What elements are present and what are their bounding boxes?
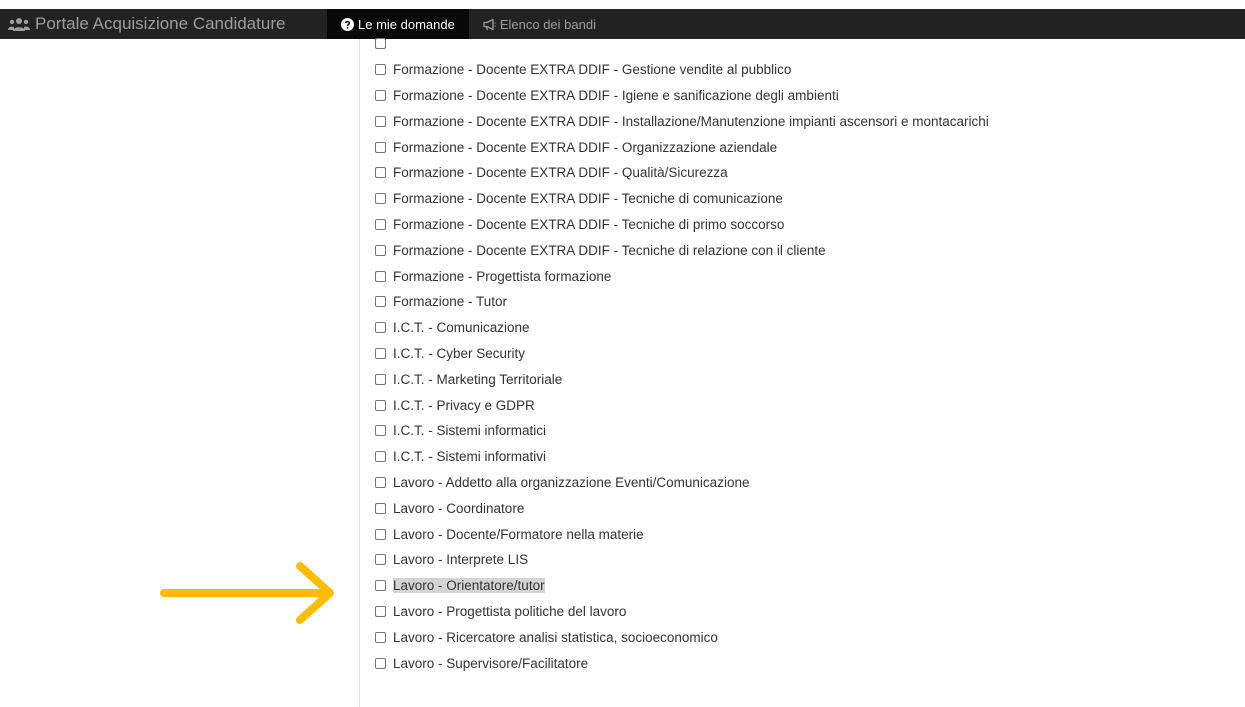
list-item: Lavoro - Progettista politiche del lavor… <box>375 599 989 625</box>
checkbox-label[interactable]: Formazione - Docente EXTRA DDIF - Igiene… <box>393 88 839 103</box>
checkbox-label[interactable]: I.C.T. - Cyber Security <box>393 346 525 361</box>
list-item: Formazione - Docente EXTRA DDIF - Gestio… <box>375 57 989 83</box>
list-item: Lavoro - Supervisore/Facilitatore <box>375 650 989 676</box>
list-item: I.C.T. - Sistemi informatici <box>375 418 989 444</box>
list-item: Lavoro - Orientatore/tutor <box>375 573 989 599</box>
arrow-right-icon <box>160 562 334 624</box>
content-divider <box>359 39 360 707</box>
checkbox[interactable] <box>375 631 386 643</box>
checkbox-label[interactable]: I.C.T. - Comunicazione <box>393 320 530 335</box>
checkbox[interactable] <box>375 38 386 50</box>
checkbox[interactable] <box>375 193 386 205</box>
list-item: Formazione - Docente EXTRA DDIF - Qualit… <box>375 160 989 186</box>
brand-title: Portale Acquisizione Candidature <box>35 14 286 33</box>
checkbox-label[interactable]: I.C.T. - Privacy e GDPR <box>393 398 535 413</box>
checkbox[interactable] <box>375 554 386 566</box>
list-item: Formazione - Tutor <box>375 289 989 315</box>
tab-label: Elenco dei bandi <box>499 16 596 32</box>
checkbox-label[interactable]: Lavoro - Progettista politiche del lavor… <box>393 604 626 619</box>
list-item <box>375 31 989 57</box>
checkbox[interactable] <box>375 657 386 669</box>
checkbox-label[interactable]: Formazione - Docente EXTRA DDIF - Tecnic… <box>393 243 826 258</box>
bullhorn-icon <box>483 18 496 30</box>
checkbox[interactable] <box>375 218 386 230</box>
checkbox-label[interactable]: Formazione - Docente EXTRA DDIF - Gestio… <box>393 62 791 77</box>
checkbox-label[interactable]: I.C.T. - Sistemi informativi <box>393 449 546 464</box>
list-item: Formazione - Docente EXTRA DDIF - Tecnic… <box>375 212 989 238</box>
checkbox[interactable] <box>375 244 386 256</box>
list-item: Lavoro - Interprete LIS <box>375 547 989 573</box>
list-item: I.C.T. - Marketing Territoriale <box>375 366 989 392</box>
users-icon <box>8 18 30 31</box>
list-item: Lavoro - Ricercatore analisi statistica,… <box>375 624 989 650</box>
checkbox[interactable] <box>375 425 386 437</box>
checkbox[interactable] <box>375 605 386 617</box>
checkbox-label[interactable]: Formazione - Tutor <box>393 294 507 309</box>
checkbox-label[interactable]: Lavoro - Ricercatore analisi statistica,… <box>393 630 718 645</box>
checkbox[interactable] <box>375 580 386 592</box>
checkbox-label[interactable]: Formazione - Docente EXTRA DDIF - Tecnic… <box>393 191 783 206</box>
checkbox[interactable] <box>375 528 386 540</box>
checkbox[interactable] <box>375 347 386 359</box>
checkbox[interactable] <box>375 296 386 308</box>
list-item: I.C.T. - Privacy e GDPR <box>375 392 989 418</box>
list-item: Formazione - Docente EXTRA DDIF - Organi… <box>375 134 989 160</box>
checkbox-label[interactable]: Formazione - Docente EXTRA DDIF - Qualit… <box>393 165 728 180</box>
checkbox-label[interactable]: I.C.T. - Marketing Territoriale <box>393 372 562 387</box>
checkbox-label[interactable]: Lavoro - Supervisore/Facilitatore <box>393 656 588 671</box>
list-item: Formazione - Progettista formazione <box>375 263 989 289</box>
checkbox[interactable] <box>375 451 386 463</box>
checkbox[interactable] <box>375 502 386 514</box>
checkbox-label[interactable]: Formazione - Docente EXTRA DDIF - Instal… <box>393 114 989 129</box>
list-item: I.C.T. - Cyber Security <box>375 341 989 367</box>
checkbox-label[interactable]: Lavoro - Interprete LIS <box>393 552 528 567</box>
list-item: Lavoro - Addetto alla organizzazione Eve… <box>375 470 989 496</box>
checkbox[interactable] <box>375 141 386 153</box>
question-circle-icon <box>341 17 354 31</box>
list-item: Formazione - Docente EXTRA DDIF - Igiene… <box>375 83 989 109</box>
list-item: I.C.T. - Sistemi informativi <box>375 444 989 470</box>
checkbox[interactable] <box>375 476 386 488</box>
list-item: Lavoro - Coordinatore <box>375 495 989 521</box>
checkbox[interactable] <box>375 373 386 385</box>
checkbox-label[interactable]: Formazione - Progettista formazione <box>393 269 611 284</box>
tab-label: Le mie domande <box>358 16 455 32</box>
navbar-brand[interactable]: Portale Acquisizione Candidature <box>0 9 327 39</box>
checkbox[interactable] <box>375 89 386 101</box>
checkbox-label[interactable]: Lavoro - Addetto alla organizzazione Eve… <box>393 475 749 490</box>
list-item: Formazione - Docente EXTRA DDIF - Instal… <box>375 108 989 134</box>
checkbox-label[interactable]: Lavoro - Orientatore/tutor <box>393 578 545 594</box>
checkbox-label[interactable]: I.C.T. - Sistemi informatici <box>393 423 546 438</box>
checkbox[interactable] <box>375 167 386 179</box>
list-item: Formazione - Docente EXTRA DDIF - Tecnic… <box>375 237 989 263</box>
checkbox[interactable] <box>375 270 386 282</box>
checkbox-label[interactable]: Formazione - Docente EXTRA DDIF - Tecnic… <box>393 217 784 232</box>
checkbox-label[interactable]: Formazione - Docente EXTRA DDIF - Organi… <box>393 140 777 155</box>
checkbox[interactable] <box>375 64 386 76</box>
list-item: Formazione - Docente EXTRA DDIF - Tecnic… <box>375 186 989 212</box>
checkbox-label[interactable]: Lavoro - Coordinatore <box>393 501 524 516</box>
checkbox-label[interactable]: Lavoro - Docente/Formatore nella materie <box>393 527 644 542</box>
list-item: I.C.T. - Comunicazione <box>375 315 989 341</box>
list-item: Lavoro - Docente/Formatore nella materie <box>375 521 989 547</box>
checkbox[interactable] <box>375 399 386 411</box>
checkbox[interactable] <box>375 115 386 127</box>
checkbox[interactable] <box>375 322 386 334</box>
checkbox-list: Formazione - Docente EXTRA DDIF - Gestio… <box>375 31 989 676</box>
